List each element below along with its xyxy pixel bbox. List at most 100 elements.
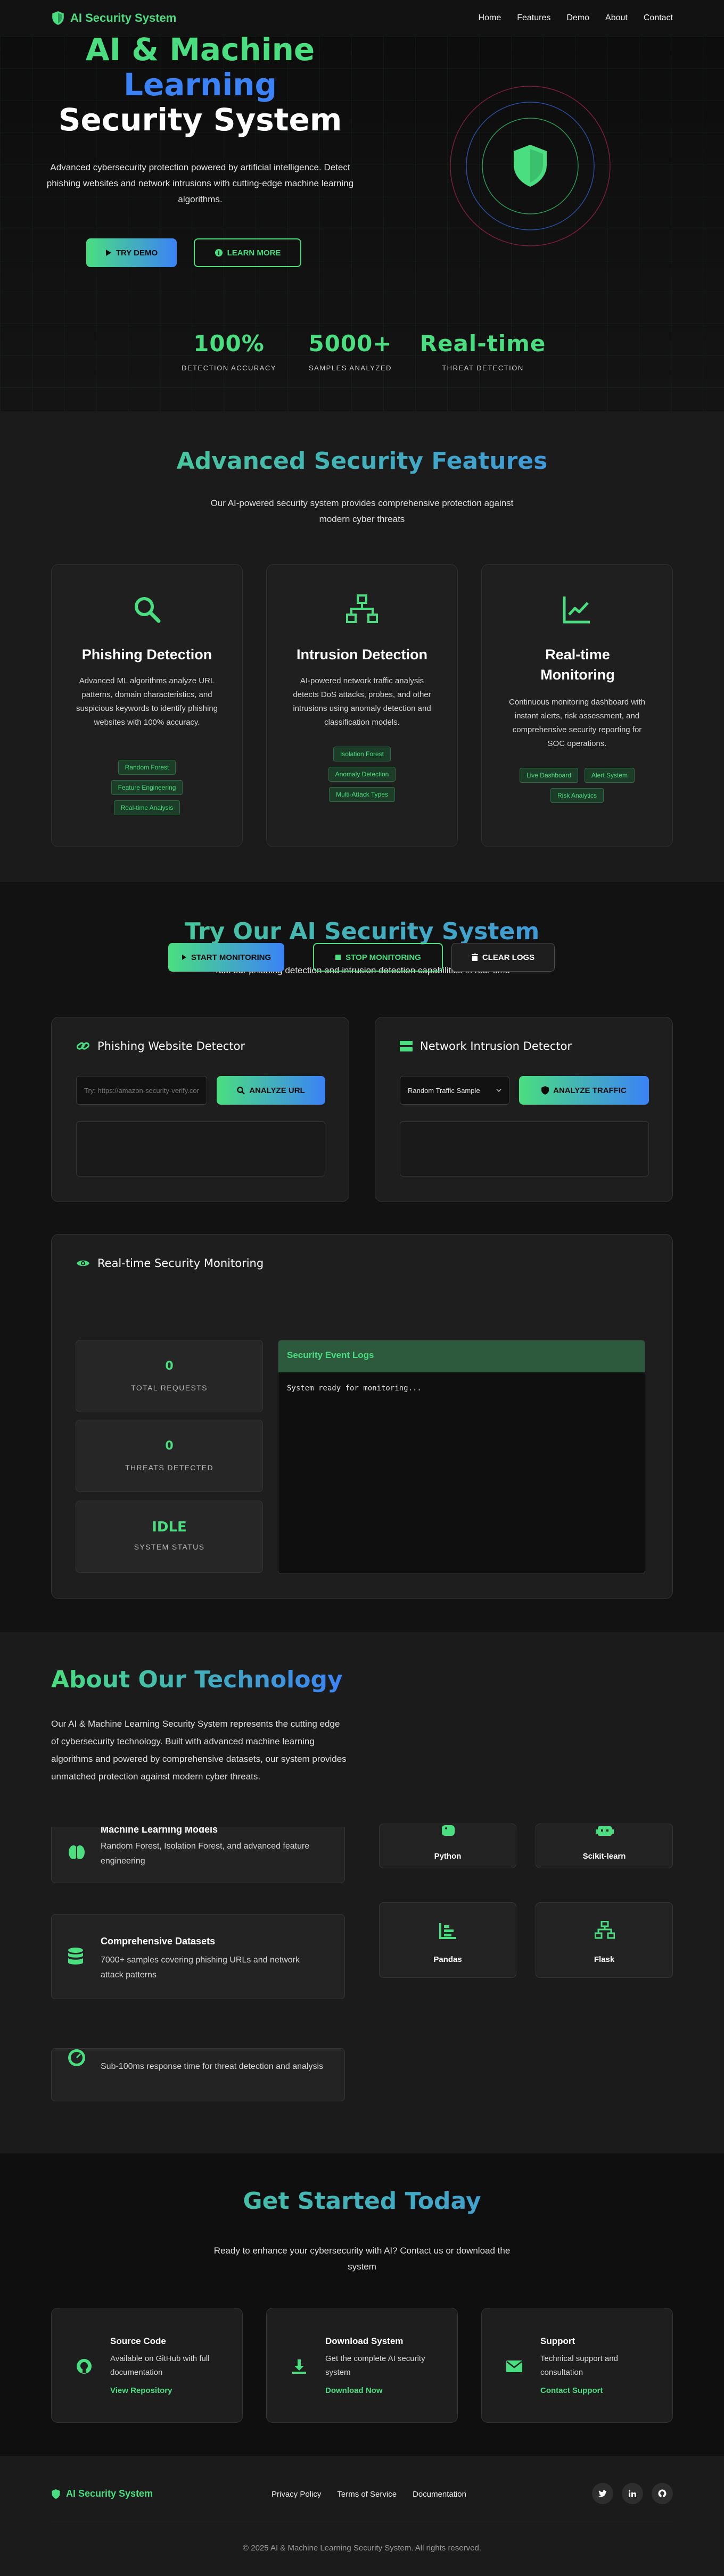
info-icon	[215, 249, 223, 256]
about-section: About Our Technology Our AI & Machine Le…	[0, 1632, 724, 2153]
metric-value: 0	[165, 1439, 174, 1453]
twitter-icon	[598, 2490, 607, 2497]
monitoring-label: Real-time Security Monitoring	[97, 1257, 264, 1270]
metric-total-requests: 0 TOTAL REQUESTS	[76, 1340, 263, 1412]
contact-card-title: Source Code	[110, 2336, 166, 2346]
stat-detection-accuracy: 100% DETECTION ACCURACY	[176, 330, 282, 372]
phishing-detector-panel: Phishing Website Detector ANALYZE URL	[51, 1017, 349, 1202]
feature-tag: Real-time Analysis	[113, 800, 180, 815]
brand-logo[interactable]: AI Security System	[51, 11, 176, 26]
traffic-sample-select[interactable]: Random Traffic Sample	[400, 1076, 509, 1105]
shield-icon	[52, 2489, 60, 2499]
python-icon	[442, 1825, 455, 1836]
view-repository-link[interactable]: View Repository	[110, 2386, 172, 2395]
tech-card-flask: Flask	[536, 1902, 673, 1978]
feature-tag: Isolation Forest	[333, 747, 391, 761]
search-icon	[135, 597, 161, 623]
github-button[interactable]	[652, 2483, 673, 2504]
security-event-logs[interactable]: Security Event Logs System ready for mon…	[278, 1340, 645, 1574]
phishing-result-box	[76, 1121, 325, 1177]
clear-logs-label: CLEAR LOGS	[482, 952, 535, 962]
metric-label: THREATS DETECTED	[125, 1463, 214, 1472]
feature-title: Real-time Monitoring	[540, 647, 615, 683]
metric-value: IDLE	[152, 1519, 187, 1535]
metric-system-status: IDLE SYSTEM STATUS	[76, 1501, 263, 1573]
shield-icon	[52, 11, 64, 25]
linkedin-icon	[629, 2490, 636, 2497]
about-card-text: Random Forest, Isolation Forest, and adv…	[101, 1842, 310, 1866]
hero-section: AI & Machine Learning Security System Ad…	[0, 36, 724, 411]
contact-card-download: Download System Get the complete AI secu…	[266, 2308, 458, 2423]
intrusion-detector-label: Network Intrusion Detector	[420, 1040, 572, 1053]
tech-card-pandas: Pandas	[379, 1902, 516, 1978]
nav-link-features[interactable]: Features	[517, 13, 550, 23]
stat-value: 100%	[193, 330, 265, 357]
network-icon	[346, 594, 378, 623]
nav-link-home[interactable]: Home	[479, 13, 501, 23]
feature-tag: Risk Analytics	[550, 788, 604, 803]
contact-card-support: Support Technical support and consultati…	[481, 2308, 673, 2423]
download-now-link[interactable]: Download Now	[325, 2386, 383, 2395]
feature-tag: Feature Engineering	[111, 780, 183, 795]
nav-link-demo[interactable]: Demo	[566, 13, 589, 23]
logs-title: Security Event Logs	[278, 1340, 645, 1372]
nav-link-about[interactable]: About	[605, 13, 628, 23]
page: AI Security System Home Features Demo Ab…	[0, 0, 724, 2576]
footer-links: Privacy Policy Terms of Service Document…	[272, 2490, 466, 2499]
contact-card-text: Technical support and consultation	[540, 2354, 618, 2377]
sitemap-icon	[595, 1921, 615, 1939]
analyze-traffic-button[interactable]: ANALYZE TRAFFIC	[519, 1076, 649, 1105]
shield-icon	[514, 145, 547, 187]
feature-description: Advanced ML algorithms analyze URL patte…	[76, 676, 218, 727]
analyze-traffic-label: ANALYZE TRAFFIC	[553, 1086, 627, 1095]
tech-label: Flask	[594, 1955, 615, 1964]
traffic-sample-value: Random Traffic Sample	[408, 1086, 480, 1095]
privacy-policy-link[interactable]: Privacy Policy	[272, 2490, 321, 2499]
documentation-link[interactable]: Documentation	[413, 2490, 466, 2499]
learn-more-button[interactable]: LEARN MORE	[194, 238, 301, 267]
feature-card-intrusion: Intrusion Detection AI-powered network t…	[266, 564, 458, 847]
linkedin-button[interactable]	[622, 2483, 643, 2504]
hero-title: AI & Machine Learning Security System	[51, 36, 349, 137]
tech-card-python: Python	[379, 1824, 516, 1868]
phishing-detector-label: Phishing Website Detector	[97, 1040, 245, 1053]
tech-label: Scikit-learn	[582, 1852, 626, 1861]
footer-brand[interactable]: AI Security System	[51, 2488, 153, 2499]
about-card-title: Comprehensive Datasets	[101, 1936, 216, 1947]
twitter-button[interactable]	[592, 2483, 613, 2504]
top-navbar: AI Security System Home Features Demo Ab…	[0, 0, 724, 36]
contact-card-source-code: Source Code Available on GitHub with ful…	[51, 2308, 243, 2423]
stop-monitoring-button[interactable]: STOP MONITORING	[313, 943, 443, 972]
about-card-ml-models: Machine Learning Models Random Forest, I…	[51, 1824, 345, 1883]
hero-title-line-3: Security System	[58, 102, 342, 138]
get-started-subtitle: Ready to enhance your cybersecurity with…	[213, 2246, 511, 2272]
feature-card-monitoring: Real-time Monitoring Continuous monitori…	[481, 564, 673, 847]
url-input[interactable]	[76, 1076, 207, 1105]
metric-label: TOTAL REQUESTS	[131, 1384, 208, 1392]
intrusion-result-box	[400, 1121, 649, 1177]
analyze-url-button[interactable]: ANALYZE URL	[217, 1076, 325, 1105]
start-monitoring-label: START MONITORING	[191, 952, 272, 962]
shield-icon	[541, 1086, 549, 1095]
clear-logs-button[interactable]: CLEAR LOGS	[451, 943, 555, 972]
logs-text: System ready for monitoring...	[287, 1384, 422, 1393]
about-title: About Our Technology	[51, 1666, 343, 1693]
download-icon	[292, 2359, 306, 2374]
contact-card-title: Support	[540, 2336, 575, 2346]
get-started-title: Get Started Today	[0, 2188, 724, 2215]
contact-support-link[interactable]: Contact Support	[540, 2386, 603, 2395]
hero-title-line-2: Learning	[123, 67, 277, 103]
stop-icon	[335, 955, 341, 960]
nav-link-contact[interactable]: Contact	[644, 13, 673, 23]
chart-line-icon	[563, 597, 590, 624]
trash-icon	[471, 954, 478, 961]
terms-of-service-link[interactable]: Terms of Service	[337, 2490, 397, 2499]
try-demo-button[interactable]: TRY DEMO	[86, 238, 177, 267]
feature-description: AI-powered network traffic analysis dete…	[293, 676, 431, 727]
tech-card-scikit-learn: Scikit-learn	[536, 1824, 673, 1868]
play-icon	[182, 955, 186, 960]
chevron-down-icon	[496, 1089, 501, 1092]
about-card-title: Machine Learning Models	[101, 1824, 218, 1835]
envelope-icon	[506, 2360, 522, 2372]
start-monitoring-button[interactable]: START MONITORING	[168, 943, 284, 972]
